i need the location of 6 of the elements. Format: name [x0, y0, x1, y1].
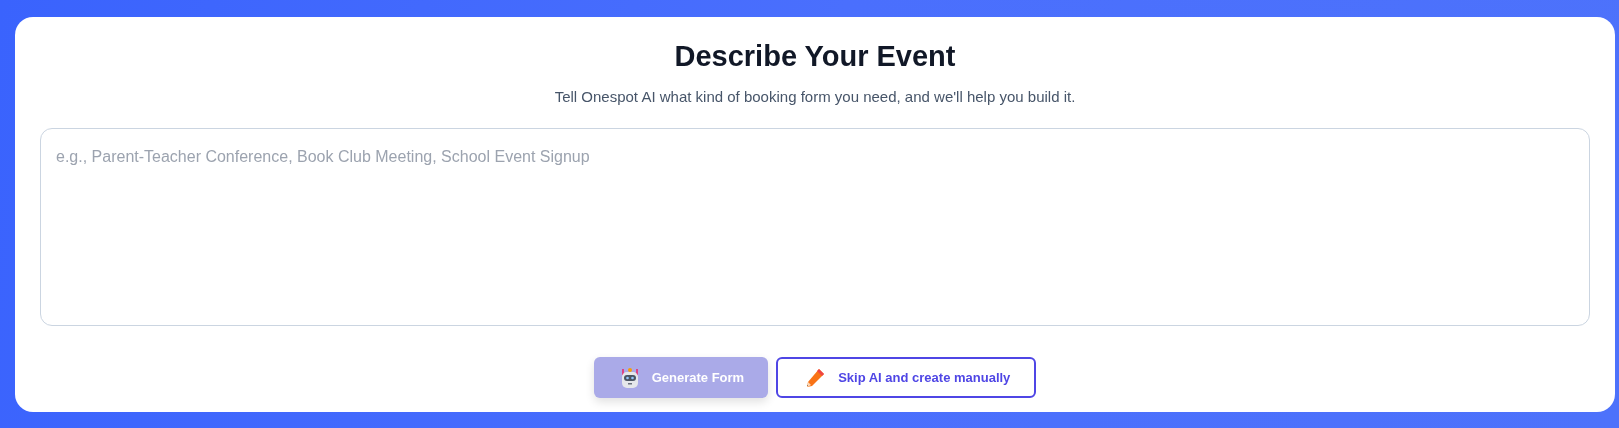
page-title: Describe Your Event	[673, 39, 957, 74]
subtitle: Tell Onespot AI what kind of booking form you need, and we'll help you build it.	[553, 86, 1077, 107]
pencil-icon	[804, 366, 827, 389]
skip-button[interactable]: Skip AI and create manually	[776, 357, 1037, 399]
robot-icon	[619, 366, 640, 389]
description-field[interactable]: e.g., Parent-Teacher Conference, Book Club Meeting, School Event Signup	[40, 128, 1590, 327]
